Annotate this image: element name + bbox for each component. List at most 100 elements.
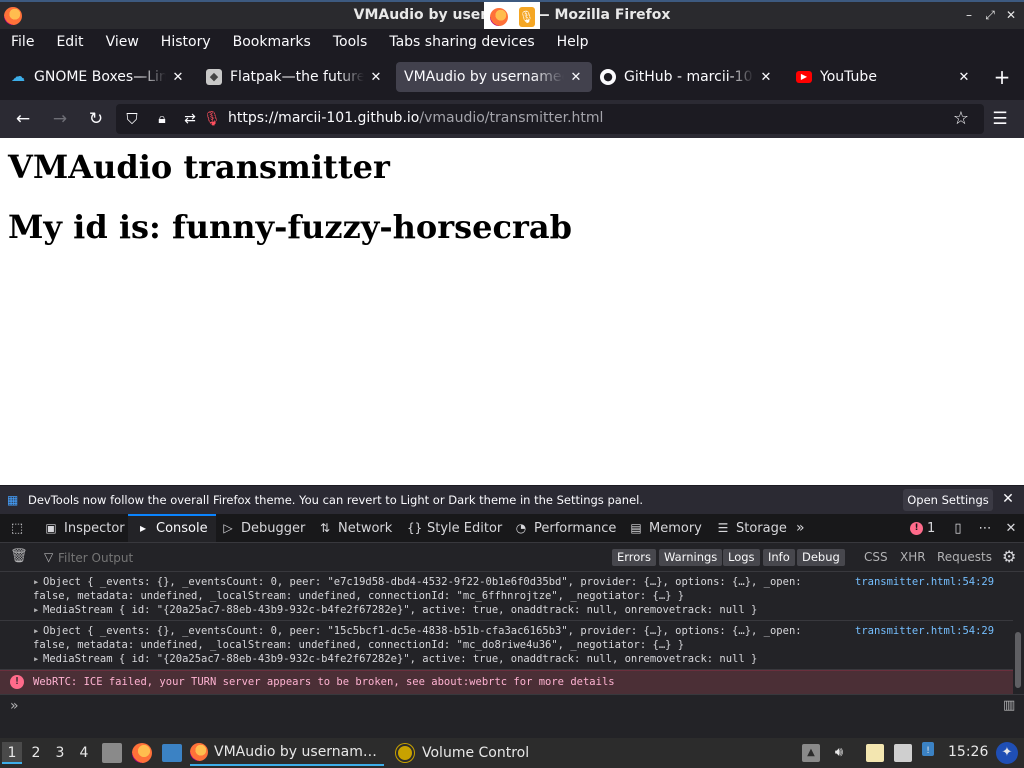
console-input-area[interactable]: » ▥ (0, 694, 1024, 738)
filter-xhr-toggle[interactable]: XHR (900, 550, 926, 564)
menu-tabs-sharing-devices[interactable]: Tabs sharing devices (378, 34, 545, 50)
console-mediastream-line[interactable]: ▸ MediaStream { id: "{20a25ac7-88eb-43b9-… (33, 653, 757, 665)
filter-info-button[interactable]: Info (763, 549, 795, 566)
filter-css-toggle[interactable]: CSS (864, 550, 888, 564)
workspace-1[interactable]: 1 (2, 742, 22, 764)
devtools-tab-style-editor[interactable]: {} Style Editor (399, 514, 510, 542)
devtools-tab-performance[interactable]: ◔ Performance (506, 514, 624, 542)
menu-history[interactable]: History (150, 34, 222, 50)
console-object-line[interactable]: ▸ Object { _events: {}, _eventsCount: 0, … (33, 625, 802, 637)
clear-console-trash-icon[interactable]: 🗑︎ (10, 548, 28, 564)
expand-arrow-icon[interactable]: ▸ (33, 625, 43, 637)
network-tray-icon[interactable] (894, 744, 912, 762)
notification-close-icon[interactable]: ✕ (1000, 491, 1016, 507)
permissions-icon[interactable]: ⇄ (178, 108, 202, 130)
notes-tray-icon[interactable] (866, 744, 884, 762)
tab-vmaudio[interactable]: VMAudio by usernamee ✕ (396, 62, 592, 92)
workspace-3[interactable]: 3 (50, 742, 70, 764)
volume-tray-icon[interactable]: 🔊︎ (830, 744, 848, 762)
devtools-tab-label: Debugger (241, 520, 306, 536)
tab-close-icon[interactable]: ✕ (170, 70, 186, 85)
devtools-tab-memory[interactable]: ▤ Memory (621, 514, 710, 542)
app-menu-button[interactable]: ☰ (988, 108, 1012, 130)
menu-view[interactable]: View (95, 34, 150, 50)
error-count-badge[interactable]: ! 1 (906, 514, 939, 542)
lock-icon[interactable]: 🔒︎ (150, 108, 174, 130)
devtools-tab-inspector[interactable]: ▣ Inspector (36, 514, 133, 542)
taskbar-app-label: Volume Control (422, 745, 530, 761)
console-object-line[interactable]: ▸ Object { _events: {}, _eventsCount: 0, … (33, 576, 802, 588)
tab-label: Flatpak—the future of (230, 69, 364, 85)
taskbar-app-volume-control[interactable]: Volume Control (396, 740, 536, 766)
element-picker-icon[interactable]: ⬚ (6, 514, 28, 542)
workspace-4[interactable]: 4 (74, 742, 94, 764)
console-scrollbar[interactable] (1013, 572, 1024, 694)
expand-arrow-icon[interactable]: ▸ (33, 653, 43, 665)
devtools-menu-icon[interactable]: ⋯ (975, 514, 995, 542)
console-settings-gear-icon[interactable]: ⚙ (1002, 547, 1016, 566)
tab-flatpak[interactable]: ◆ Flatpak—the future of ✕ (198, 62, 392, 92)
open-settings-button[interactable]: Open Settings (903, 489, 993, 511)
devtools-close-icon[interactable]: ✕ (1001, 514, 1021, 542)
show-desktop-icon[interactable] (162, 744, 182, 762)
expand-arrow-icon[interactable]: ▸ (33, 604, 43, 616)
console-source-link[interactable]: transmitter.html:54:29 (855, 576, 994, 588)
taskbar-app-firefox[interactable]: VMAudio by usernam… (190, 740, 384, 766)
console-output: ▸ Object { _events: {}, _eventsCount: 0, … (0, 572, 1013, 694)
file-manager-launcher-icon[interactable] (102, 743, 122, 763)
menu-help[interactable]: Help (546, 34, 600, 50)
more-tools-chevron-icon[interactable]: » (792, 514, 809, 542)
tracking-protection-shield-icon[interactable]: ⛉ (120, 108, 144, 130)
system-menu-icon[interactable]: ✦ (996, 742, 1018, 764)
menu-edit[interactable]: Edit (45, 34, 94, 50)
storage-icon: ☰ (717, 521, 729, 535)
back-button[interactable]: ← (11, 108, 35, 130)
clipboard-tray-icon[interactable]: ▲ (802, 744, 820, 762)
menu-file[interactable]: File (0, 34, 45, 50)
devtools-tab-storage[interactable]: ☰ Storage (708, 514, 795, 542)
firefox-launcher-icon[interactable] (132, 743, 152, 763)
tab-label: VMAudio by usernamee (404, 69, 564, 85)
console-source-link[interactable]: transmitter.html:54:29 (855, 625, 994, 637)
tab-close-icon[interactable]: ✕ (956, 70, 972, 85)
notification-tray-icon[interactable]: ! (922, 742, 934, 756)
tab-close-icon[interactable]: ✕ (758, 70, 774, 85)
youtube-icon: ▶ (796, 71, 812, 83)
workspace-2[interactable]: 2 (26, 742, 46, 764)
console-object-line-continued: false, metadata: undefined, _localStream… (33, 639, 685, 651)
devtools-tab-network[interactable]: ⇅ Network (310, 514, 400, 542)
tab-gnome-boxes[interactable]: ☁ GNOME Boxes—Linux ✕ (2, 62, 194, 92)
menu-bookmarks[interactable]: Bookmarks (222, 34, 322, 50)
scrollbar-thumb[interactable] (1015, 632, 1021, 688)
devtools-tab-console[interactable]: ▸ Console (128, 514, 216, 542)
responsive-design-icon[interactable]: ▯ (948, 514, 968, 542)
filter-debug-button[interactable]: Debug (797, 549, 845, 566)
expand-arrow-icon[interactable]: ▸ (33, 576, 43, 588)
filter-errors-button[interactable]: Errors (612, 549, 657, 566)
bookmark-star-icon[interactable]: ☆ (949, 108, 973, 130)
microphone-indicator-icon[interactable]: 🎙 (518, 6, 535, 27)
menu-tools[interactable]: Tools (322, 34, 379, 50)
clock[interactable]: 15:26 (948, 744, 988, 760)
filter-warnings-button[interactable]: Warnings (659, 549, 723, 566)
filter-output-input[interactable] (56, 548, 360, 568)
tab-youtube[interactable]: ▶ YouTube ✕ (788, 62, 980, 92)
filter-logs-button[interactable]: Logs (723, 549, 760, 566)
url-text[interactable]: https://marcii-101.github.io/vmaudio/tra… (228, 110, 603, 126)
url-bar[interactable]: ⛉ 🔒︎ ⇄ 🎙︎ https://marcii-101.github.io/v… (116, 104, 984, 134)
close-window-button[interactable]: ✕ (1002, 6, 1020, 24)
minimize-button[interactable]: – (960, 6, 978, 24)
tab-github[interactable]: ● GitHub - marcii-101/vmaudio ✕ (592, 62, 782, 92)
forward-button[interactable]: → (48, 108, 72, 130)
filter-requests-toggle[interactable]: Requests (937, 550, 992, 564)
tab-close-icon[interactable]: ✕ (368, 70, 384, 85)
devtools-tab-debugger[interactable]: ▷ Debugger (213, 514, 313, 542)
console-message: ▸ Object { _events: {}, _eventsCount: 0, … (0, 621, 1013, 670)
new-tab-button[interactable]: + (990, 66, 1014, 90)
editor-mode-toggle-icon[interactable]: ▥ (1003, 698, 1015, 713)
tab-close-icon[interactable]: ✕ (568, 70, 584, 85)
maximize-button[interactable]: ⤢ (981, 6, 999, 24)
reload-button[interactable]: ↻ (84, 108, 108, 130)
console-mediastream-line[interactable]: ▸ MediaStream { id: "{20a25ac7-88eb-43b9-… (33, 604, 757, 616)
microphone-sharing-icon[interactable]: 🎙︎ (200, 108, 224, 130)
